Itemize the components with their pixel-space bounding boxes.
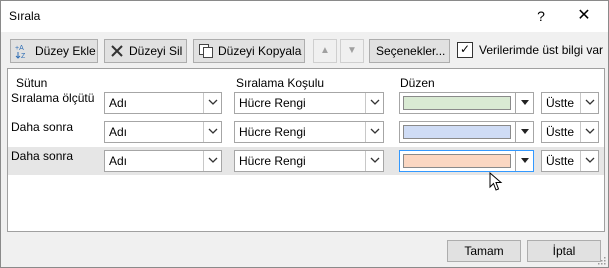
- chevron-down-icon[interactable]: [580, 93, 598, 113]
- move-up-button[interactable]: ▲: [313, 39, 337, 63]
- column-header-sort-on: Sıralama Koşulu: [236, 76, 325, 90]
- position-select[interactable]: Üstte: [541, 150, 599, 172]
- caret-down-icon[interactable]: [515, 93, 533, 113]
- column-select[interactable]: Adı: [104, 121, 222, 143]
- add-level-icon: +A Z: [15, 43, 31, 60]
- svg-text:+A: +A: [15, 45, 24, 52]
- chevron-down-icon[interactable]: [365, 93, 383, 113]
- title-bar: Sırala ? ✕: [1, 1, 608, 32]
- row-label: Daha sonra: [11, 120, 74, 134]
- cancel-button[interactable]: İptal: [527, 240, 601, 262]
- column-select-value: Adı: [109, 96, 128, 110]
- column-select-value: Adı: [109, 154, 128, 168]
- window-title: Sırala: [9, 9, 41, 23]
- chevron-down-icon[interactable]: [203, 151, 221, 171]
- position-select[interactable]: Üstte: [541, 92, 599, 114]
- ok-button[interactable]: Tamam: [447, 240, 521, 262]
- sort-on-value: Hücre Rengi: [239, 96, 306, 110]
- copy-level-label: Düzeyi Kopyala: [218, 44, 302, 58]
- color-select[interactable]: [399, 121, 534, 143]
- color-swatch: [403, 125, 511, 139]
- copy-level-button[interactable]: Düzeyi Kopyala: [193, 39, 305, 63]
- delete-level-button[interactable]: Düzeyi Sil: [104, 39, 187, 63]
- sort-dialog: Sırala ? ✕ +A Z Düzey Ekle Düzeyi Sil Dü…: [0, 0, 609, 268]
- chevron-down-icon[interactable]: [203, 93, 221, 113]
- move-down-button[interactable]: ▼: [340, 39, 364, 63]
- help-button[interactable]: ?: [528, 5, 554, 27]
- color-select[interactable]: [399, 150, 534, 172]
- chevron-down-icon[interactable]: [365, 122, 383, 142]
- color-select[interactable]: [399, 92, 534, 114]
- sort-level-row[interactable]: Sıralama ölçütü Adı Hücre Rengi Üstte: [8, 89, 604, 117]
- row-label: Daha sonra: [11, 149, 74, 163]
- close-button[interactable]: ✕: [569, 5, 599, 27]
- sort-on-value: Hücre Rengi: [239, 125, 306, 139]
- caret-down-icon[interactable]: [515, 151, 533, 171]
- color-swatch: [403, 96, 511, 110]
- headers-checkbox[interactable]: ✓: [457, 42, 473, 58]
- sort-level-row-selected[interactable]: Daha sonra Adı Hücre Rengi Üstte: [8, 147, 604, 175]
- chevron-down-icon[interactable]: [580, 122, 598, 142]
- delete-level-label: Düzeyi Sil: [129, 44, 183, 58]
- add-level-button[interactable]: +A Z Düzey Ekle: [10, 39, 98, 63]
- mouse-cursor-icon: [489, 172, 503, 191]
- sort-on-select[interactable]: Hücre Rengi: [234, 150, 384, 172]
- options-label: Seçenekler...: [376, 44, 446, 58]
- sort-levels-grid: Sütun Sıralama Koşulu Düzen Sıralama ölç…: [7, 68, 605, 232]
- resize-grip-icon[interactable]: [596, 255, 606, 265]
- sort-on-select[interactable]: Hücre Rengi: [234, 121, 384, 143]
- column-header-order: Düzen: [400, 76, 435, 90]
- chevron-down-icon[interactable]: [365, 151, 383, 171]
- position-value: Üstte: [546, 96, 575, 110]
- copy-icon: [198, 43, 214, 59]
- row-label: Sıralama ölçütü: [11, 91, 95, 105]
- column-select[interactable]: Adı: [104, 150, 222, 172]
- delete-icon: [109, 43, 125, 59]
- column-select-value: Adı: [109, 125, 128, 139]
- sort-on-select[interactable]: Hücre Rengi: [234, 92, 384, 114]
- sort-level-row[interactable]: Daha sonra Adı Hücre Rengi Üstte: [8, 118, 604, 146]
- column-header-column: Sütun: [16, 76, 48, 90]
- sort-on-value: Hücre Rengi: [239, 154, 306, 168]
- add-level-label: Düzey Ekle: [35, 44, 96, 58]
- color-swatch: [403, 154, 511, 168]
- position-select[interactable]: Üstte: [541, 121, 599, 143]
- svg-text:Z: Z: [21, 53, 26, 59]
- headers-checkbox-label[interactable]: Verilerimde üst bilgi var: [479, 43, 603, 57]
- position-value: Üstte: [546, 125, 575, 139]
- chevron-down-icon[interactable]: [580, 151, 598, 171]
- column-select[interactable]: Adı: [104, 92, 222, 114]
- caret-down-icon[interactable]: [515, 122, 533, 142]
- chevron-down-icon[interactable]: [203, 122, 221, 142]
- position-value: Üstte: [546, 154, 575, 168]
- options-button[interactable]: Seçenekler...: [369, 39, 450, 63]
